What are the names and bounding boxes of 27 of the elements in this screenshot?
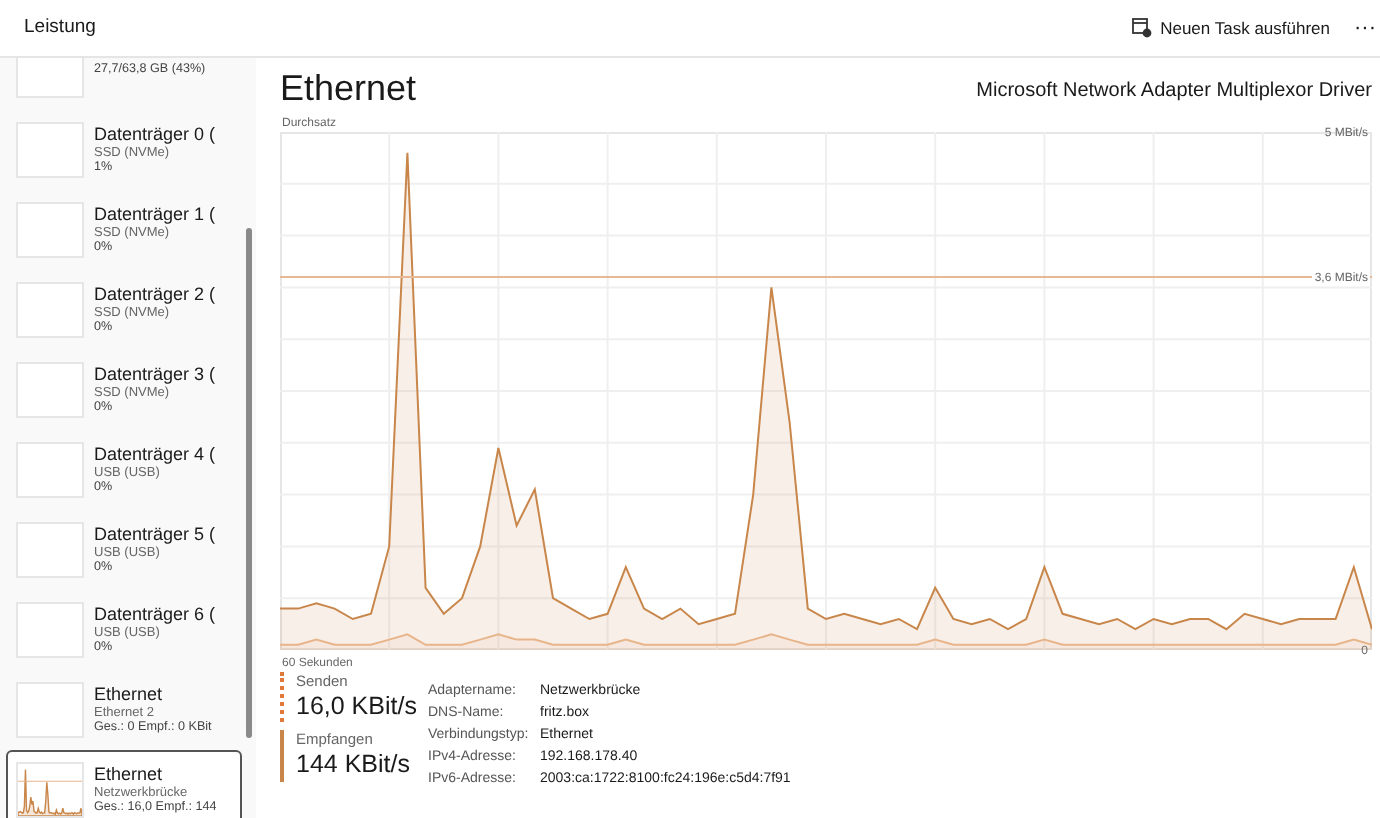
graph-thumbnail [16, 122, 84, 178]
section-title: Ethernet [280, 70, 417, 106]
item-name: Datenträger 4 ( [94, 444, 216, 466]
run-task-icon [1132, 18, 1153, 38]
item-name: Datenträger 0 ( [94, 124, 216, 146]
graph-thumbnail [16, 522, 84, 578]
graph-thumbnail [16, 202, 84, 258]
sparkline-thumbnail [16, 762, 84, 818]
item-name: Ethernet [94, 684, 165, 706]
item-name: Datenträger 3 ( [94, 364, 216, 386]
page-title: Leistung [24, 13, 96, 42]
item-name: Ethernet [94, 764, 165, 786]
more-button[interactable]: ··· [1338, 17, 1380, 39]
item-name: Datenträger 2 ( [94, 284, 216, 306]
run-new-task-button[interactable]: Neuen Task ausführen [1152, 11, 1338, 45]
item-name: Datenträger 6 ( [94, 604, 216, 626]
graph-thumbnail [16, 282, 84, 338]
rate-value: 144 KBit/s [296, 748, 412, 781]
graph-thumbnail [16, 602, 84, 658]
rate-value: 16,0 KBit/s [296, 690, 419, 723]
graph-thumbnail [16, 682, 84, 738]
item-name: Datenträger 1 ( [94, 204, 216, 226]
scrollbar-thumb[interactable] [246, 228, 252, 738]
device-name: Microsoft Network Adapter Multiplexor Driver [976, 78, 1372, 106]
graph-thumbnail [16, 362, 84, 418]
item-name: Datenträger 5 ( [94, 524, 216, 546]
graph-thumbnail [16, 442, 84, 498]
